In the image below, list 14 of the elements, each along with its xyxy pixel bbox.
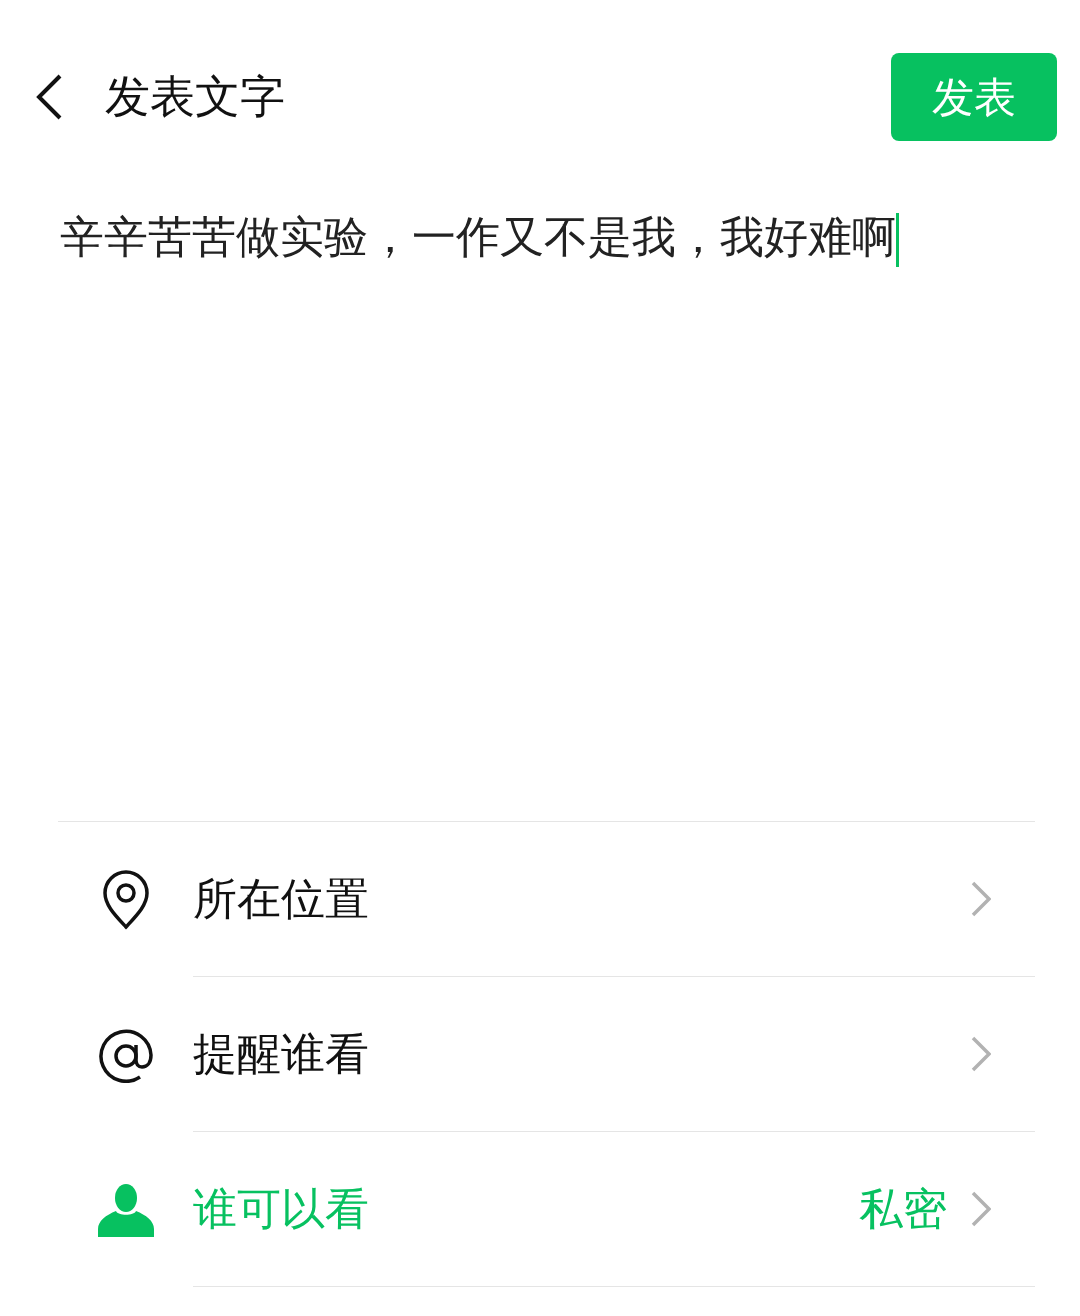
option-row[interactable]: 所在位置 — [58, 822, 1035, 977]
person-icon — [97, 1182, 154, 1237]
at-sign-icon — [97, 1026, 154, 1083]
page-title: 发表文字 — [105, 69, 285, 126]
chevron-right-icon — [971, 1036, 991, 1072]
option-value: 私密 — [859, 1182, 947, 1236]
post-text-field[interactable]: 辛辛苦苦做实验，一作又不是我，我好难啊 — [60, 207, 1020, 807]
option-label: 谁可以看 — [193, 1182, 369, 1236]
option-label: 提醒谁看 — [193, 1027, 369, 1081]
option-row[interactable]: 提醒谁看 — [58, 977, 1035, 1132]
chevron-right-icon — [971, 881, 991, 917]
location-pin-icon — [100, 869, 151, 930]
option-label: 所在位置 — [193, 872, 369, 926]
chevron-right-icon — [971, 1191, 991, 1227]
